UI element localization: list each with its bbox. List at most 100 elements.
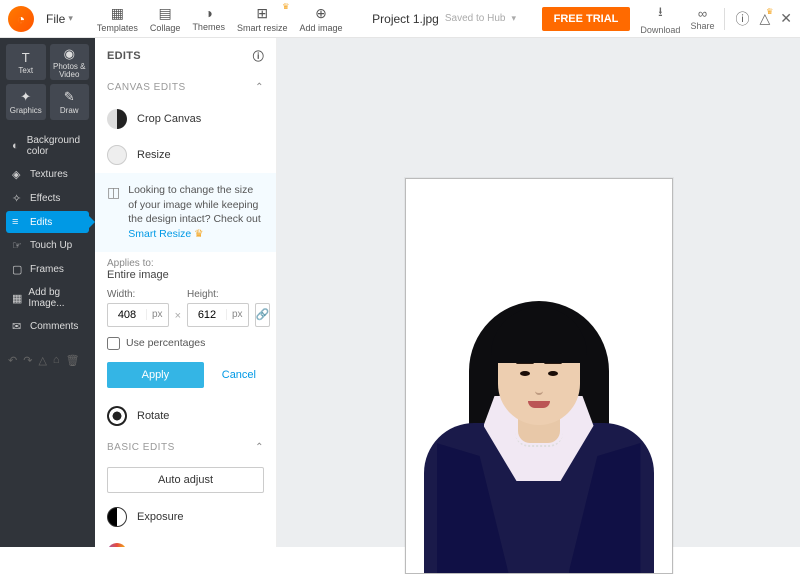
- smart-resize-link[interactable]: Smart Resize ♛: [128, 228, 203, 240]
- rotate-icon: [107, 406, 127, 426]
- auto-adjust-button[interactable]: Auto adjust: [107, 467, 264, 493]
- percentages-input[interactable]: [107, 337, 120, 350]
- crown-icon: ♛: [766, 7, 773, 16]
- sidebar-item-textures[interactable]: ◈Textures: [6, 163, 89, 186]
- smart-resize-tip: ◫ Looking to change the size of your ima…: [95, 173, 276, 252]
- templates-tool[interactable]: ▦Templates: [93, 3, 142, 35]
- sidebar-item-effects[interactable]: ✧Effects: [6, 187, 89, 210]
- effects-icon: ✧: [12, 192, 24, 205]
- crown-icon: ♛: [282, 2, 289, 11]
- camera-icon: ◉: [64, 46, 75, 62]
- file-menu-label: File: [46, 12, 65, 26]
- topbar: ◔ File ▾ ▦Templates ▤Collage ◑Themes ♛⊞S…: [0, 0, 800, 38]
- chevron-up-icon: ⌃: [255, 442, 264, 453]
- pencil-icon: ✎: [64, 89, 75, 105]
- canvas-image[interactable]: [419, 283, 659, 573]
- rotate-item[interactable]: Rotate: [95, 398, 276, 434]
- exposure-icon: [107, 507, 127, 527]
- width-field[interactable]: [108, 307, 146, 323]
- smart-resize-tool[interactable]: ♛⊞Smart resize: [233, 3, 292, 35]
- download-button[interactable]: ⭳Download: [640, 3, 680, 35]
- free-trial-button[interactable]: FREE TRIAL: [542, 7, 631, 31]
- chevron-down-icon: ▾: [511, 13, 516, 24]
- collage-tool[interactable]: ▤Collage: [146, 3, 185, 35]
- resize-tip-icon: ◫: [107, 183, 120, 242]
- width-label: Width:: [107, 289, 169, 300]
- frames-icon: ▢: [12, 263, 24, 276]
- share-button[interactable]: ∞Share: [690, 6, 714, 31]
- topbar-right: FREE TRIAL ⭳Download ∞Share ⓘ △♛ ✕: [542, 3, 792, 35]
- download-icon: ⭳: [658, 3, 663, 25]
- left-rail: TText ◉Photos & Video ✦Graphics ✎Draw ◐B…: [0, 38, 95, 547]
- bell-icon[interactable]: △♛: [759, 10, 770, 27]
- cancel-button[interactable]: Cancel: [222, 369, 264, 381]
- themes-icon: ◑: [204, 5, 212, 21]
- width-unit[interactable]: px: [146, 309, 168, 320]
- info-icon[interactable]: ⓘ: [253, 48, 264, 64]
- active-indicator: [89, 216, 95, 228]
- width-input[interactable]: px: [107, 303, 169, 327]
- height-field[interactable]: [188, 307, 226, 323]
- sidebar-item-add-bg[interactable]: ▦Add bg Image...: [6, 282, 89, 314]
- graphics-icon: ✦: [20, 89, 31, 105]
- sidebar-item-comments[interactable]: ✉Comments: [6, 315, 89, 338]
- basic-edits-section[interactable]: BASIC EDITS ⌃: [95, 434, 276, 461]
- redo-icon[interactable]: ↷: [23, 354, 32, 367]
- share-icon: ∞: [698, 6, 707, 21]
- apply-button[interactable]: Apply: [107, 362, 204, 388]
- close-icon[interactable]: ✕: [780, 10, 792, 27]
- canvas-area[interactable]: [277, 38, 800, 547]
- height-input[interactable]: px: [187, 303, 249, 327]
- circle-icon: ◐: [12, 140, 21, 152]
- resize-item[interactable]: Resize: [95, 137, 276, 173]
- crop-canvas-item[interactable]: Crop Canvas: [95, 101, 276, 137]
- comment-icon: ✉: [12, 320, 24, 333]
- exposure-item[interactable]: Exposure: [95, 499, 276, 535]
- themes-tool[interactable]: ◑Themes: [188, 3, 229, 35]
- canvas[interactable]: [405, 178, 673, 574]
- applies-to-value: Entire image: [107, 269, 264, 281]
- crown-icon: ♛: [194, 228, 203, 240]
- draw-tool[interactable]: ✎Draw: [50, 84, 90, 120]
- multiply-icon: ×: [175, 310, 181, 327]
- templates-icon: ▦: [111, 5, 124, 22]
- textures-icon: ◈: [12, 168, 24, 181]
- undo-icon[interactable]: ↶: [8, 354, 17, 367]
- text-tool[interactable]: TText: [6, 44, 46, 80]
- use-percentages-checkbox[interactable]: Use percentages: [107, 337, 264, 350]
- home-icon[interactable]: ⌂: [53, 354, 60, 367]
- top-tools: ▦Templates ▤Collage ◑Themes ♛⊞Smart resi…: [93, 3, 347, 35]
- link-icon: 🔗: [256, 308, 270, 321]
- lock-aspect-button[interactable]: 🔗: [255, 303, 271, 327]
- warning-icon[interactable]: △: [38, 354, 46, 367]
- sidebar-item-touchup[interactable]: ☞Touch Up: [6, 234, 89, 257]
- panel-title: EDITS: [107, 50, 141, 62]
- saved-status: Saved to Hub: [445, 13, 506, 24]
- add-image-tool[interactable]: ⊕Add image: [295, 3, 346, 35]
- app-logo: ◔: [8, 6, 34, 32]
- main: TText ◉Photos & Video ✦Graphics ✎Draw ◐B…: [0, 38, 800, 547]
- project-title[interactable]: Project 1.jpg Saved to Hub ▾: [372, 12, 516, 26]
- add-image-icon: ⊕: [315, 5, 327, 22]
- colors-item[interactable]: Colors: [95, 535, 276, 547]
- edits-panel: EDITS ⓘ CANVAS EDITS ⌃ Crop Canvas Resiz…: [95, 38, 277, 547]
- file-menu[interactable]: File ▾: [40, 8, 79, 30]
- sidebar-item-background-color[interactable]: ◐Background color: [6, 130, 89, 162]
- sidebar-item-edits[interactable]: ≡Edits: [6, 211, 89, 233]
- sidebar-item-frames[interactable]: ▢Frames: [6, 258, 89, 281]
- height-unit[interactable]: px: [226, 309, 248, 320]
- trash-icon[interactable]: 🗑: [66, 354, 80, 367]
- project-name: Project 1.jpg: [372, 12, 439, 26]
- photos-video-tool[interactable]: ◉Photos & Video: [50, 44, 90, 80]
- history-controls: ↶ ↷ △ ⌂ 🗑: [6, 350, 89, 371]
- crop-icon: [107, 109, 127, 129]
- chevron-up-icon: ⌃: [255, 82, 264, 93]
- add-bg-icon: ▦: [12, 292, 22, 305]
- rail-list: ◐Background color ◈Textures ✧Effects ≡Ed…: [6, 130, 89, 338]
- applies-to-label: Applies to:: [107, 258, 264, 269]
- help-icon[interactable]: ⓘ: [735, 9, 749, 29]
- collage-icon: ▤: [159, 5, 172, 22]
- graphics-tool[interactable]: ✦Graphics: [6, 84, 46, 120]
- canvas-edits-section[interactable]: CANVAS EDITS ⌃: [95, 74, 276, 101]
- colors-icon: [107, 543, 127, 547]
